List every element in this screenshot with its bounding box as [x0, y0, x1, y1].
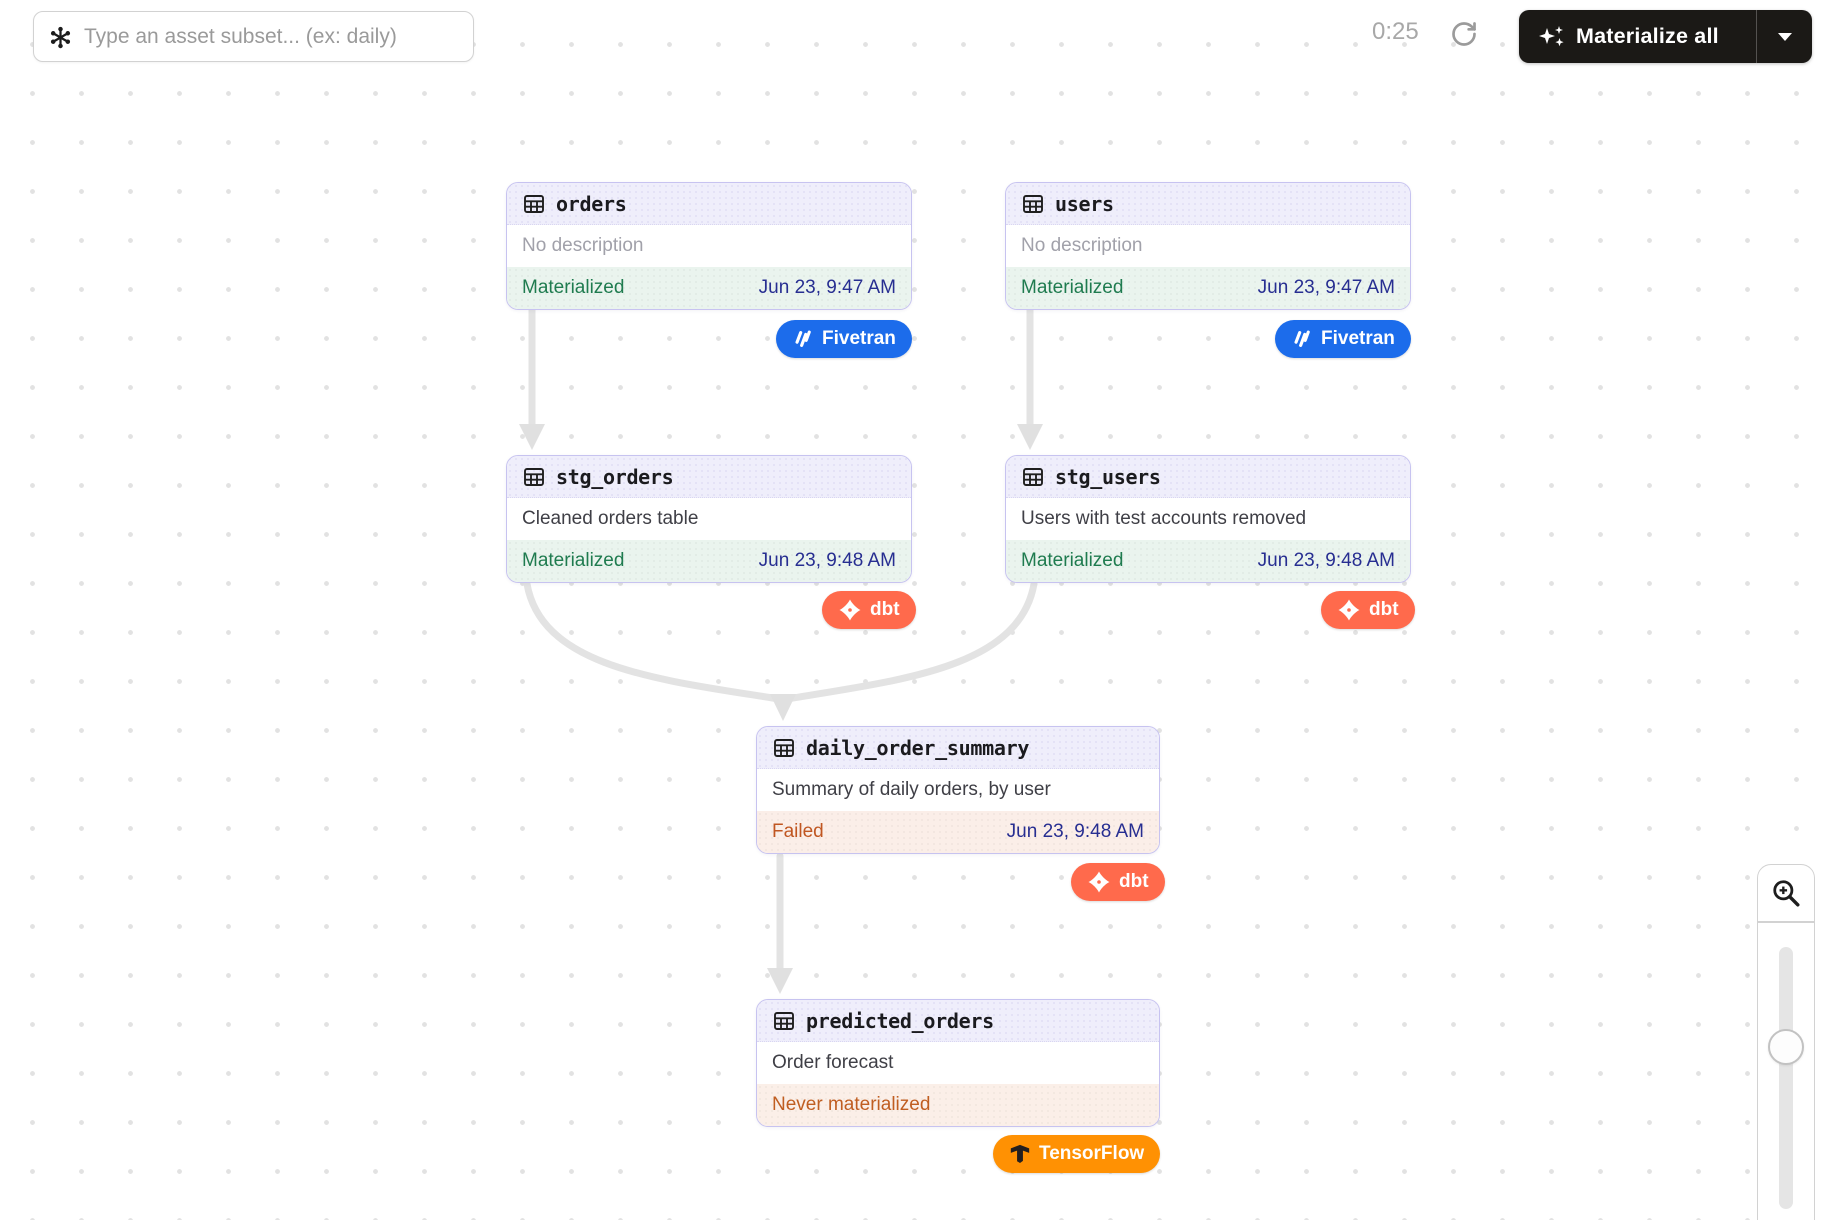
- arrowhead: [770, 694, 796, 721]
- status-timestamp: Jun 23, 9:48 AM: [1258, 550, 1395, 572]
- badge-label: dbt: [1119, 871, 1149, 893]
- materialize-all-button[interactable]: Materialize all: [1519, 10, 1756, 63]
- asset-name: users: [1055, 192, 1114, 216]
- chevron-down-icon: [1778, 33, 1792, 41]
- asset-node-orders[interactable]: orders No description Materialized Jun 2…: [506, 182, 912, 310]
- asset-name: orders: [556, 192, 626, 216]
- dbt-icon: [1087, 870, 1111, 894]
- status-label: Failed: [772, 821, 824, 843]
- asset-status-row: Failed Jun 23, 9:48 AM: [757, 811, 1159, 853]
- status-label: Never materialized: [772, 1094, 930, 1116]
- materialize-options-button[interactable]: [1757, 10, 1812, 63]
- asset-node-stg_users[interactable]: stg_users Users with test accounts remov…: [1005, 455, 1411, 583]
- status-timestamp: Jun 23, 9:47 AM: [1258, 277, 1395, 299]
- table-icon: [1021, 192, 1045, 216]
- status-timestamp: Jun 23, 9:47 AM: [759, 277, 896, 299]
- status-label: Materialized: [1021, 550, 1123, 572]
- asset-status-row: Materialized Jun 23, 9:48 AM: [1006, 540, 1410, 582]
- dbt-icon: [1337, 598, 1361, 622]
- integration-badge-dbt: dbt: [822, 591, 916, 629]
- asset-node-users[interactable]: users No description Materialized Jun 23…: [1005, 182, 1411, 310]
- sparkles-icon: [1538, 25, 1565, 49]
- asset-name: stg_users: [1055, 465, 1161, 489]
- asset-name: stg_orders: [556, 465, 673, 489]
- zoom-slider[interactable]: [1779, 947, 1793, 1209]
- asset-header: daily_order_summary: [757, 727, 1159, 769]
- badge-label: dbt: [1369, 599, 1399, 621]
- badge-label: dbt: [870, 599, 900, 621]
- integration-badge-fivetran: Fivetran: [1275, 320, 1411, 358]
- integration-badge-tensorflow: TensorFlow: [993, 1135, 1160, 1173]
- badge-label: TensorFlow: [1039, 1143, 1144, 1165]
- asset-header: orders: [507, 183, 911, 225]
- refresh-icon[interactable]: [1450, 20, 1478, 53]
- status-timestamp: Jun 23, 9:48 AM: [759, 550, 896, 572]
- asset-description: Summary of daily orders, by user: [757, 769, 1159, 811]
- status-label: Materialized: [1021, 277, 1123, 299]
- status-label: Materialized: [522, 277, 624, 299]
- asset-header: stg_users: [1006, 456, 1410, 498]
- asset-header: predicted_orders: [757, 1000, 1159, 1042]
- arrowhead: [1017, 424, 1043, 450]
- badge-label: Fivetran: [822, 328, 896, 350]
- materialize-timer: 0:25: [1372, 18, 1419, 46]
- badge-label: Fivetran: [1321, 328, 1395, 350]
- edge-stg_orders-daily: [527, 584, 779, 699]
- asset-graph-icon: [47, 24, 74, 51]
- integration-badge-dbt: dbt: [1071, 863, 1165, 901]
- table-icon: [772, 1009, 796, 1033]
- dbt-icon: [838, 598, 862, 622]
- materialize-all-button-group: Materialize all: [1519, 10, 1812, 63]
- asset-search: [33, 11, 474, 62]
- asset-name: daily_order_summary: [806, 736, 1029, 760]
- asset-header: users: [1006, 183, 1410, 225]
- integration-badge-fivetran: Fivetran: [776, 320, 912, 358]
- asset-node-predicted_orders[interactable]: predicted_orders Order forecast Never ma…: [756, 999, 1160, 1127]
- arrowhead: [519, 424, 545, 450]
- asset-status-row: Never materialized: [757, 1084, 1159, 1126]
- asset-description: No description: [1006, 225, 1410, 267]
- asset-description: No description: [507, 225, 911, 267]
- zoom-slider-panel: [1757, 922, 1815, 1220]
- asset-description: Order forecast: [757, 1042, 1159, 1084]
- fivetran-icon: [1291, 328, 1313, 350]
- status-timestamp: Jun 23, 9:48 AM: [1007, 821, 1144, 843]
- arrowhead: [767, 968, 793, 994]
- asset-description: Users with test accounts removed: [1006, 498, 1410, 540]
- tensorflow-icon: [1009, 1143, 1031, 1165]
- table-icon: [1021, 465, 1045, 489]
- table-icon: [772, 736, 796, 760]
- asset-description: Cleaned orders table: [507, 498, 911, 540]
- asset-name: predicted_orders: [806, 1009, 994, 1033]
- table-icon: [522, 465, 546, 489]
- asset-header: stg_orders: [507, 456, 911, 498]
- integration-badge-dbt: dbt: [1321, 591, 1415, 629]
- zoom-slider-thumb[interactable]: [1768, 1029, 1804, 1065]
- asset-graph-canvas[interactable]: orders No description Materialized Jun 2…: [0, 0, 1834, 1220]
- asset-node-daily_order_summary[interactable]: daily_order_summary Summary of daily ord…: [756, 726, 1160, 854]
- asset-status-row: Materialized Jun 23, 9:47 AM: [1006, 267, 1410, 309]
- fivetran-icon: [792, 328, 814, 350]
- table-icon: [522, 192, 546, 216]
- asset-status-row: Materialized Jun 23, 9:48 AM: [507, 540, 911, 582]
- asset-node-stg_orders[interactable]: stg_orders Cleaned orders table Material…: [506, 455, 912, 583]
- materialize-all-label: Materialize all: [1576, 24, 1719, 49]
- search-input[interactable]: [34, 12, 473, 61]
- zoom-in-button[interactable]: [1757, 864, 1815, 922]
- asset-status-row: Materialized Jun 23, 9:47 AM: [507, 267, 911, 309]
- zoom-in-icon: [1771, 878, 1801, 908]
- status-label: Materialized: [522, 550, 624, 572]
